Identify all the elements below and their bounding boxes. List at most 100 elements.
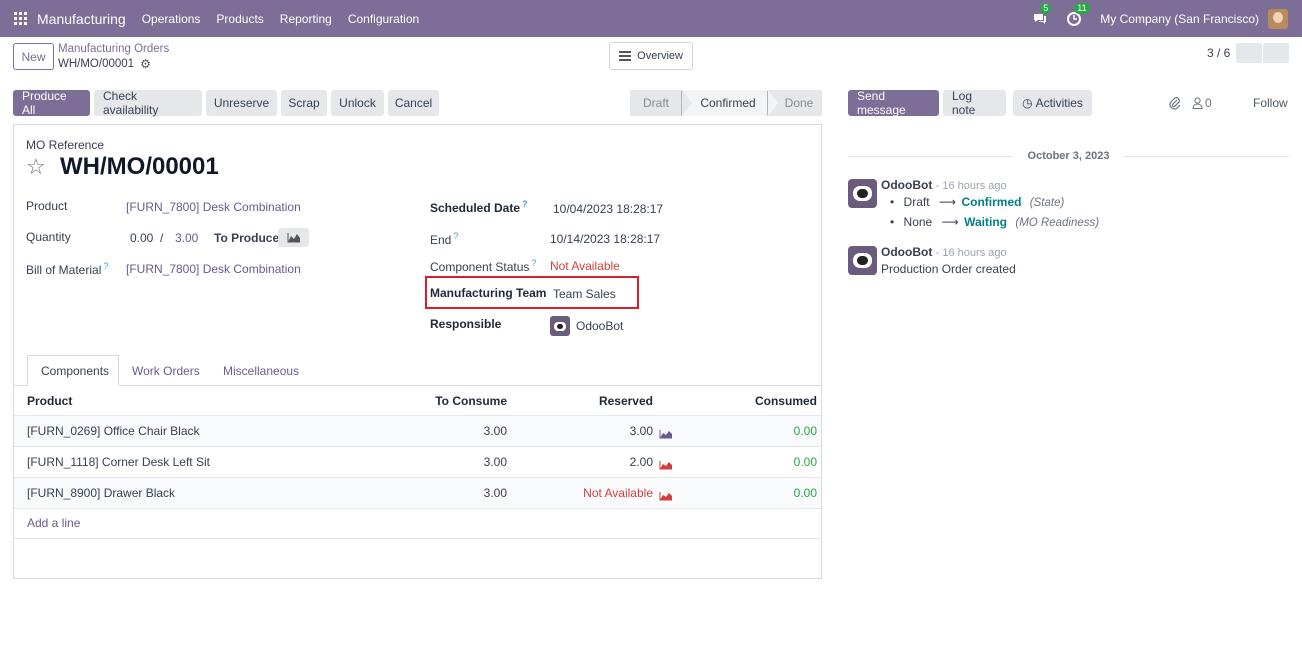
row-consumed[interactable]: 0.00 (794, 455, 817, 469)
row-product: [FURN_8900] Drawer Black (27, 486, 176, 500)
produce-all-button[interactable]: Produce All (13, 89, 90, 117)
scheduled-date-label-text: Scheduled Date (430, 201, 521, 215)
arrow-right-icon: ⟶ (938, 195, 957, 209)
activities-button[interactable]: ◷ Activities (1013, 90, 1092, 116)
menu-configuration[interactable]: Configuration (340, 12, 427, 26)
row-reserved: Not Available (583, 486, 653, 500)
row-product: [FURN_1118] Corner Desk Left Sit (27, 455, 210, 469)
send-message-button[interactable]: Send message (848, 89, 939, 117)
odoobot-avatar[interactable] (848, 246, 877, 275)
menu-reporting[interactable]: Reporting (272, 12, 340, 26)
scrap-button[interactable]: Scrap (281, 90, 327, 116)
check-availability-button[interactable]: Check availability (94, 89, 202, 117)
followers-count: 0 (1205, 96, 1212, 110)
row-to-consume: 3.00 (483, 486, 507, 500)
forecast-chart-button[interactable] (278, 228, 309, 247)
message-header: OdooBot - 16 hours ago (881, 245, 1007, 259)
quantity-produced-input[interactable]: 0.00 (130, 231, 153, 245)
status-done-label: Done (784, 96, 814, 110)
new-button[interactable]: New (13, 43, 54, 70)
message-author[interactable]: OdooBot (881, 178, 932, 192)
gear-icon[interactable]: ⚙ (140, 57, 151, 71)
change-field: (State) (1029, 197, 1065, 209)
row-consumed[interactable]: 0.00 (794, 486, 817, 500)
mo-reference-label: MO Reference (26, 138, 105, 152)
messaging-menu[interactable]: 5 (1032, 2, 1052, 27)
table-row[interactable]: [FURN_1118] Corner Desk Left Sit 3.00 2.… (14, 447, 821, 478)
apps-menu-icon[interactable] (14, 11, 28, 26)
col-reserved[interactable]: Reserved (599, 394, 653, 408)
activities-label: Activities (1035, 96, 1083, 110)
end-date-field[interactable]: 10/14/2023 18:28:17 (550, 232, 660, 246)
breadcrumb-current: WH/MO/00001 ⚙ (58, 57, 151, 71)
forecast-chart-icon[interactable] (659, 491, 673, 501)
tracking-change: • None ⟶ Waiting (MO Readiness) (890, 215, 1100, 229)
product-field[interactable]: [FURN_7800] Desk Combination (126, 200, 301, 214)
col-product[interactable]: Product (27, 394, 72, 408)
follow-button[interactable]: Follow (1253, 96, 1288, 110)
row-reserved: 3.00 (629, 424, 653, 438)
product-label: Product (26, 199, 68, 213)
bom-label: Bill of Material? (26, 261, 108, 277)
mo-reference-title: WH/MO/00001 (60, 153, 219, 180)
quantity-label: Quantity (26, 230, 71, 244)
manufacturing-team-label: Manufacturing Team (430, 286, 547, 300)
change-new-value: Waiting (964, 215, 1008, 229)
forecast-chart-icon[interactable] (659, 429, 673, 439)
cancel-button[interactable]: Cancel (388, 90, 439, 116)
tab-components[interactable]: Components (27, 355, 119, 386)
scheduled-date-field[interactable]: 10/04/2023 18:28:17 (553, 202, 663, 216)
overview-button[interactable]: Overview (609, 42, 693, 70)
log-note-button[interactable]: Log note (943, 89, 1006, 117)
pager-next-button[interactable] (1263, 43, 1289, 63)
activities-badge: 11 (1074, 2, 1090, 14)
messages-badge: 5 (1040, 2, 1052, 14)
change-field: (MO Readiness) (1015, 217, 1100, 229)
row-consumed[interactable]: 0.00 (794, 424, 817, 438)
quantity-to-produce-input[interactable]: 3.00 (175, 231, 198, 245)
row-to-consume: 3.00 (483, 424, 507, 438)
manufacturing-team-field[interactable]: Team Sales (553, 287, 616, 301)
message-author[interactable]: OdooBot (881, 245, 932, 259)
app-name[interactable]: Manufacturing (37, 11, 126, 27)
unlock-button[interactable]: Unlock (331, 90, 384, 116)
col-to-consume[interactable]: To Consume (435, 394, 507, 408)
status-draft[interactable]: Draft (630, 90, 692, 116)
message-time: - 16 hours ago (935, 247, 1007, 259)
table-row[interactable]: [FURN_8900] Drawer Black 3.00 Not Availa… (14, 478, 821, 509)
forecast-chart-icon[interactable] (659, 460, 673, 470)
pager-value[interactable]: 3 / 6 (1207, 46, 1230, 60)
unreserve-button[interactable]: Unreserve (206, 90, 277, 116)
end-label: End? (430, 231, 458, 247)
table-row[interactable]: [FURN_0269] Office Chair Black 3.00 3.00… (14, 416, 821, 447)
paperclip-icon[interactable] (1168, 96, 1181, 110)
tab-miscellaneous[interactable]: Miscellaneous (223, 355, 299, 386)
odoobot-avatar[interactable] (848, 179, 877, 208)
menu-products[interactable]: Products (208, 12, 271, 26)
bom-field[interactable]: [FURN_7800] Desk Combination (126, 262, 301, 276)
responsible-field[interactable]: OdooBot (550, 316, 623, 336)
user-avatar[interactable] (1268, 8, 1288, 29)
status-confirmed[interactable]: Confirmed (681, 90, 778, 116)
followers-button[interactable]: 0 (1192, 96, 1212, 110)
tab-work-orders[interactable]: Work Orders (132, 355, 200, 386)
component-status-value: Not Available (550, 259, 620, 273)
help-icon: ? (531, 258, 537, 268)
col-consumed[interactable]: Consumed (755, 394, 817, 408)
row-to-consume: 3.00 (483, 455, 507, 469)
menu-operations[interactable]: Operations (134, 12, 209, 26)
message-header: OdooBot - 16 hours ago (881, 178, 1007, 192)
change-new-value: Confirmed (961, 195, 1022, 209)
star-icon[interactable]: ☆ (26, 154, 46, 180)
responsible-name: OdooBot (576, 319, 624, 333)
activity-menu[interactable]: 11 (1066, 2, 1090, 27)
company-switcher[interactable]: My Company (San Francisco) (1100, 12, 1259, 26)
add-line-link[interactable]: Add a line (27, 516, 80, 530)
top-navbar: Manufacturing Operations Products Report… (0, 0, 1302, 37)
pager-previous-button[interactable] (1236, 43, 1262, 63)
change-old-value: None (903, 215, 933, 229)
help-icon: ? (453, 231, 459, 241)
component-status-label-text: Component Status (430, 260, 530, 274)
breadcrumb-manufacturing-orders[interactable]: Manufacturing Orders (58, 43, 169, 55)
message-body: Production Order created (881, 262, 1016, 276)
